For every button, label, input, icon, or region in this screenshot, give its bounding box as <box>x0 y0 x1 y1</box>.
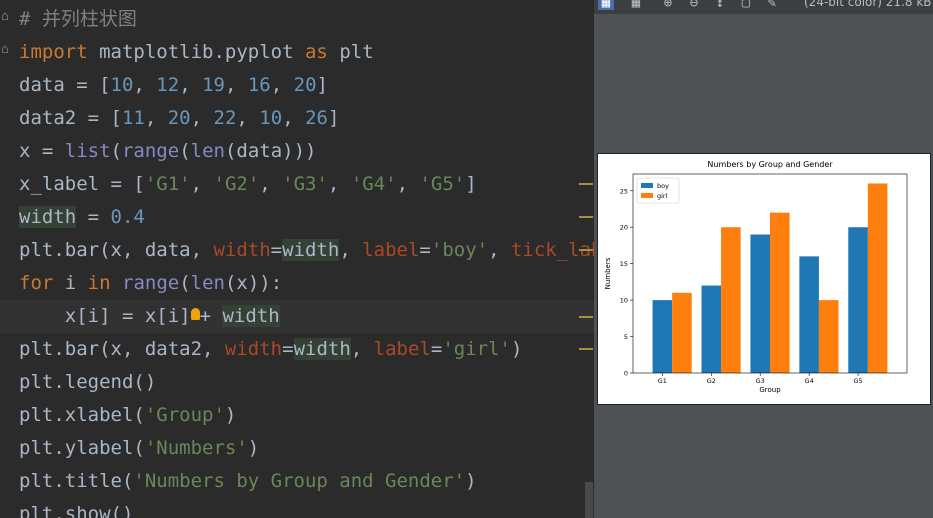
bar-boy <box>848 227 868 373</box>
x-tick-label: G5 <box>853 377 862 385</box>
code-line[interactable]: plt.legend() <box>0 366 594 399</box>
code-line[interactable]: x_label = ['G1', 'G2', 'G3', 'G4', 'G5'] <box>0 168 594 201</box>
bar-boy <box>799 256 819 373</box>
chart-figure: Numbers by Group and Gender 0 5 10 15 20 25 G1 G… <box>597 153 931 405</box>
code-line[interactable]: # 并列柱状图 <box>0 3 594 36</box>
code-editor[interactable]: ⌂ ⌂ # 并列柱状图 import matplotlib.pyplot as p… <box>0 0 594 518</box>
warning-marker[interactable] <box>579 183 593 185</box>
legend-swatch-boy <box>641 183 653 188</box>
legend-swatch-girl <box>641 193 653 198</box>
bar-girl <box>867 183 888 373</box>
y-tick-label: 25 <box>620 187 628 195</box>
y-tick-label: 5 <box>624 333 628 341</box>
bar-girl <box>721 227 741 373</box>
code-line[interactable]: plt.xlabel('Group') <box>0 399 594 432</box>
zoom-in-icon[interactable]: ⊕ <box>660 0 676 10</box>
code-line[interactable]: plt.show() <box>0 498 594 518</box>
warning-marker[interactable] <box>579 316 593 318</box>
warning-marker[interactable] <box>579 348 593 350</box>
code-line[interactable]: width = 0.4 <box>0 201 594 234</box>
code-line[interactable]: data = [10, 12, 19, 16, 20] <box>0 69 594 102</box>
x-tick-label: G1 <box>658 377 667 385</box>
bar-girl <box>770 212 790 373</box>
y-tick-label: 10 <box>620 297 628 305</box>
grid-icon[interactable]: ▦ <box>628 0 644 10</box>
fit-icon[interactable]: ▢ <box>738 0 754 10</box>
code-line[interactable]: plt.ylabel('Numbers') <box>0 432 594 465</box>
image-info: (24-bit color) 21.8 kB <box>804 0 932 9</box>
bar-chart: Numbers by Group and Gender 0 5 10 15 20 25 G1 G… <box>604 160 908 394</box>
image-viewer: ▦ ▦ ⊕ ⊖ ↕ ▢ ✎ (24-bit color) 21.8 kB Num… <box>594 0 933 518</box>
bar-boy <box>701 285 722 373</box>
code-line[interactable]: data2 = [11, 20, 22, 10, 26] <box>0 102 594 135</box>
code-line[interactable]: plt.title('Numbers by Group and Gender') <box>0 465 594 498</box>
code-line[interactable]: x[i] = x[i] + width <box>0 300 594 333</box>
warning-marker[interactable] <box>579 249 593 251</box>
bar-girl <box>818 300 839 373</box>
legend-label-boy: boy <box>657 182 669 190</box>
checkerboard-icon[interactable]: ▦ <box>598 0 614 10</box>
bar-boy <box>750 234 770 373</box>
y-axis-label: Numbers <box>604 257 612 289</box>
x-tick-label: G3 <box>756 377 765 385</box>
code-line[interactable]: import matplotlib.pyplot as plt <box>0 36 594 69</box>
editor-scrollbar[interactable] <box>585 482 593 518</box>
bar-girl <box>672 292 692 373</box>
color-picker-icon[interactable]: ✎ <box>764 0 780 10</box>
x-axis-label: Group <box>759 386 781 394</box>
x-tick-label: G4 <box>805 377 814 385</box>
code-line[interactable]: x = list(range(len(data))) <box>0 135 594 168</box>
actual-size-icon[interactable]: ↕ <box>712 0 728 10</box>
y-tick-label: 20 <box>620 224 628 232</box>
viewer-toolbar: ▦ ▦ ⊕ ⊖ ↕ ▢ ✎ (24-bit color) 21.8 kB <box>594 0 933 14</box>
code-line[interactable]: plt.bar(x, data2, width=width, label='gi… <box>0 333 594 366</box>
x-tick-label: G2 <box>707 377 716 385</box>
code-line[interactable]: for i in range(len(x)): <box>0 267 594 300</box>
code-line[interactable]: plt.bar(x, data, width=width, label='boy… <box>0 234 594 267</box>
y-tick-label: 15 <box>620 260 628 268</box>
zoom-out-icon[interactable]: ⊖ <box>686 0 702 10</box>
legend-label-girl: girl <box>657 192 668 200</box>
bar-boy <box>652 300 673 373</box>
chart-title: Numbers by Group and Gender <box>707 160 833 169</box>
warning-marker[interactable] <box>579 216 593 218</box>
y-tick-label: 0 <box>624 370 628 378</box>
